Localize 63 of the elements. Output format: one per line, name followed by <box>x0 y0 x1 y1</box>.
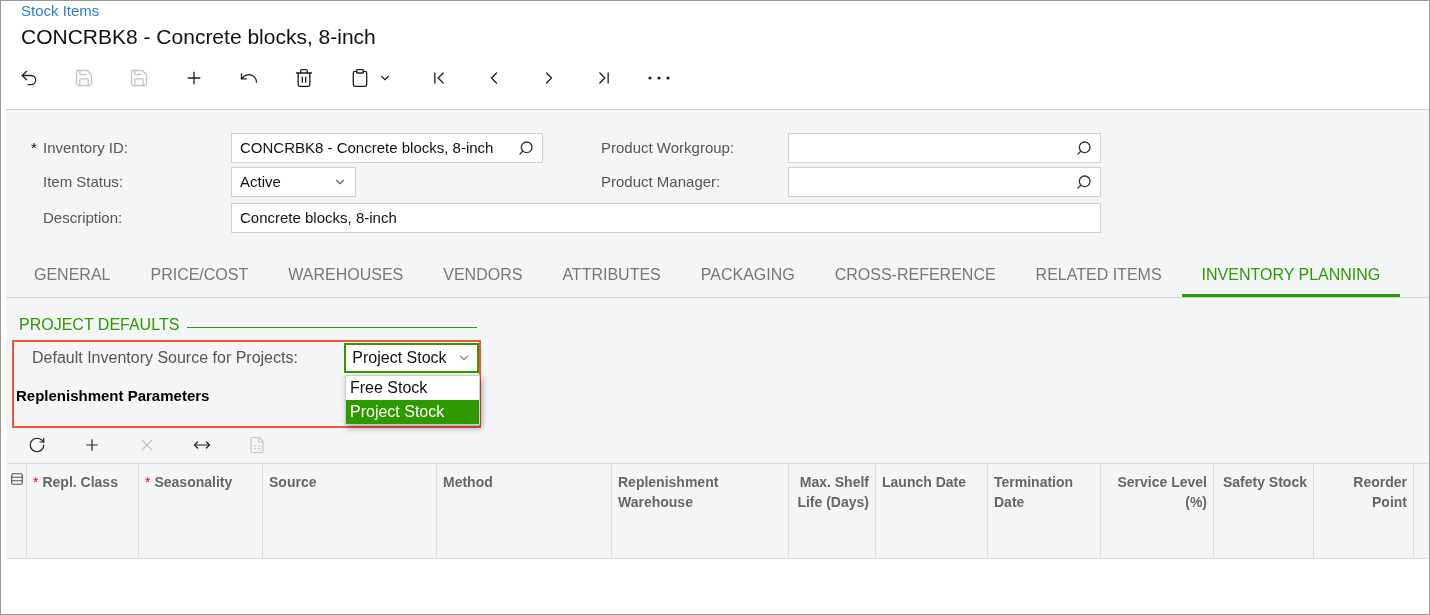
column-label: Termination Date <box>994 473 1075 512</box>
search-icon <box>1076 174 1092 190</box>
description-field[interactable]: Concrete blocks, 8-inch <box>231 203 1101 233</box>
tab[interactable]: WAREHOUSES <box>268 255 424 297</box>
field-label: Item Status: <box>43 171 125 192</box>
lookup-field[interactable] <box>788 133 1101 163</box>
column-header[interactable]: Service Level (%) <box>1101 464 1214 558</box>
dropdown-option[interactable]: Project Stock <box>346 400 479 424</box>
tab[interactable]: PRICE/COST <box>130 255 269 297</box>
column-label: Service Level (%) <box>1116 473 1207 512</box>
refresh-icon <box>27 436 46 454</box>
field-label: Product Manager: <box>601 171 722 192</box>
column-label: Safety Stock <box>1222 473 1307 492</box>
row-selector-icon <box>9 472 24 486</box>
column-header[interactable]: Max. Shelf Life (Days) <box>789 464 876 558</box>
page-title: CONCRBK8 - Concrete blocks, 8-inch <box>21 24 377 50</box>
inventory-source-dropdown[interactable]: Project Stock <box>344 343 479 373</box>
item-status-dropdown[interactable]: Active <box>231 167 356 197</box>
more-icon <box>647 76 670 80</box>
tab[interactable]: VENDORS <box>423 255 543 297</box>
search-icon <box>1076 140 1092 156</box>
required-mark: * <box>145 473 151 492</box>
column-header[interactable]: Safety Stock <box>1214 464 1314 558</box>
column-header[interactable]: * Repl. Class <box>27 464 139 558</box>
tab[interactable]: GENERAL <box>14 255 131 297</box>
field-label: Description: <box>43 207 124 228</box>
field-label: Default Inventory Source for Projects: <box>32 348 299 368</box>
search-icon <box>518 140 534 156</box>
section-heading: Replenishment Parameters <box>16 386 210 406</box>
column-header[interactable]: Replenishment Warehouse <box>612 464 789 558</box>
column-label: Source <box>269 473 317 492</box>
save-icon <box>128 68 149 88</box>
dropdown-option[interactable]: Free Stock <box>346 376 479 400</box>
column-label: Seasonality <box>154 473 233 492</box>
column-header[interactable]: Method <box>437 464 612 558</box>
lookup-field[interactable] <box>788 167 1101 197</box>
required-mark: * <box>31 137 38 158</box>
clipboard-icon <box>350 68 370 88</box>
required-mark: * <box>33 473 39 492</box>
tab[interactable]: ATTRIBUTES <box>542 255 681 297</box>
tab[interactable]: INVENTORY PLANNING <box>1181 255 1401 297</box>
column-header[interactable]: Source <box>263 464 437 558</box>
column-header[interactable]: Launch Date <box>876 464 988 558</box>
column-label: Reorder Point <box>1352 473 1407 512</box>
column-label: Method <box>443 473 493 492</box>
field-label: Product Workgroup: <box>601 137 736 158</box>
column-label: Replenishment Warehouse <box>618 473 720 512</box>
tab[interactable]: RELATED ITEMS <box>1015 255 1182 297</box>
inventory-id-field[interactable]: CONCRBK8 - Concrete blocks, 8-inch <box>231 133 543 163</box>
column-label: Max. Shelf Life (Days) <box>796 473 869 512</box>
tab[interactable]: PACKAGING <box>680 255 815 297</box>
section-heading: PROJECT DEFAULTS <box>19 315 180 335</box>
column-header[interactable]: * Seasonality <box>139 464 263 558</box>
tab[interactable]: CROSS-REFERENCE <box>814 255 1016 297</box>
column-label: Repl. Class <box>42 473 118 492</box>
save-close-icon <box>73 68 94 88</box>
spreadsheet-icon <box>247 436 266 454</box>
column-header[interactable]: Termination Date <box>988 464 1101 558</box>
column-label: Launch Date <box>882 473 966 492</box>
field-label: Inventory ID: <box>43 137 129 158</box>
delete-icon <box>293 68 314 88</box>
breadcrumb-link[interactable]: Stock Items <box>21 1 1409 21</box>
column-header[interactable]: Reorder Point <box>1314 464 1414 558</box>
